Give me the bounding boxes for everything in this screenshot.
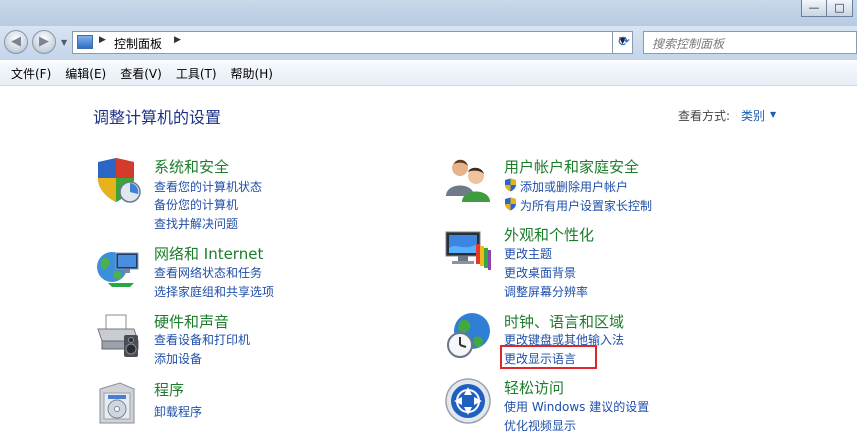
link-change-theme[interactable]: 更改主题 (504, 245, 552, 262)
shield-chart-icon[interactable] (94, 156, 142, 204)
program-box-icon[interactable] (94, 379, 142, 427)
breadcrumb-arrow-icon[interactable]: ▶ (99, 35, 106, 45)
link-view-network-status[interactable]: 查看网络状态和任务 (154, 264, 262, 281)
breadcrumb-control-panel[interactable]: 控制面板 (114, 35, 162, 52)
users-icon[interactable] (444, 156, 492, 204)
highlight-box (500, 345, 597, 369)
uac-shield-icon (505, 197, 516, 211)
category-title[interactable]: 硬件和声音 (154, 311, 229, 332)
link-view-computer-status[interactable]: 查看您的计算机状态 (154, 178, 262, 195)
search-input[interactable]: 搜索控制面板 (643, 31, 857, 54)
link-adjust-resolution[interactable]: 调整屏幕分辨率 (504, 283, 588, 300)
globe-clock-icon[interactable] (444, 311, 492, 359)
chevron-down-icon[interactable]: ▼ (770, 110, 776, 119)
category-title[interactable]: 外观和个性化 (504, 224, 594, 245)
category-title[interactable]: 程序 (154, 379, 184, 400)
control-panel-icon (77, 35, 93, 49)
uac-shield-icon (505, 178, 516, 192)
link-homegroup-sharing[interactable]: 选择家庭组和共享选项 (154, 283, 274, 300)
link-backup-computer[interactable]: 备份您的计算机 (154, 196, 238, 213)
link-add-device[interactable]: 添加设备 (154, 350, 202, 367)
menu-help[interactable]: 帮助(H) (231, 65, 273, 82)
refresh-icon[interactable]: ⟳ (612, 31, 635, 54)
link-troubleshoot[interactable]: 查找并解决问题 (154, 215, 238, 232)
link-view-devices-printers[interactable]: 查看设备和打印机 (154, 331, 250, 348)
link-windows-recommended-settings[interactable]: 使用 Windows 建议的设置 (504, 398, 649, 415)
link-uninstall-program[interactable]: 卸载程序 (154, 403, 202, 420)
page-title: 调整计算机的设置 (93, 108, 222, 127)
window-controls: — □ (801, 0, 853, 17)
monitor-palette-icon[interactable] (444, 224, 492, 272)
recent-pages-chevron-icon[interactable]: ▼ (61, 38, 67, 47)
maximize-button[interactable]: □ (827, 0, 853, 17)
menu-file[interactable]: 文件(F) (11, 65, 51, 82)
link-optimize-display[interactable]: 优化视频显示 (504, 417, 576, 434)
menu-view[interactable]: 查看(V) (120, 65, 162, 82)
menu-edit[interactable]: 编辑(E) (65, 65, 106, 82)
globe-network-icon[interactable] (94, 243, 142, 291)
view-by-dropdown[interactable]: 类别 (741, 107, 765, 124)
navigation-bar: ◀ ▶ ▼ ▶ 控制面板 ▶ ▼ ⟳ 搜索控制面板 (0, 26, 857, 60)
category-title[interactable]: 用户帐户和家庭安全 (504, 156, 639, 177)
ease-of-access-icon[interactable] (444, 377, 492, 425)
link-change-desktop-background[interactable]: 更改桌面背景 (504, 264, 576, 281)
back-button[interactable]: ◀ (4, 30, 28, 54)
view-by-label: 查看方式: (678, 109, 731, 123)
link-parental-controls[interactable]: 为所有用户设置家长控制 (520, 197, 652, 214)
menu-bar: 文件(F) 编辑(E) 查看(V) 工具(T) 帮助(H) (0, 62, 857, 86)
printer-icon[interactable] (94, 311, 142, 359)
breadcrumb-arrow-icon[interactable]: ▶ (174, 35, 181, 45)
category-title[interactable]: 轻松访问 (504, 377, 564, 398)
minimize-button[interactable]: — (801, 0, 827, 17)
address-bar[interactable]: ▶ 控制面板 ▶ ▼ (72, 31, 633, 54)
menu-tools[interactable]: 工具(T) (176, 65, 217, 82)
forward-button[interactable]: ▶ (32, 30, 56, 54)
category-title[interactable]: 网络和 Internet (154, 243, 263, 264)
category-title[interactable]: 时钟、语言和区域 (504, 311, 624, 332)
link-add-remove-accounts[interactable]: 添加或删除用户帐户 (520, 178, 628, 195)
title-bar: — □ (0, 0, 857, 26)
category-title[interactable]: 系统和安全 (154, 156, 229, 177)
